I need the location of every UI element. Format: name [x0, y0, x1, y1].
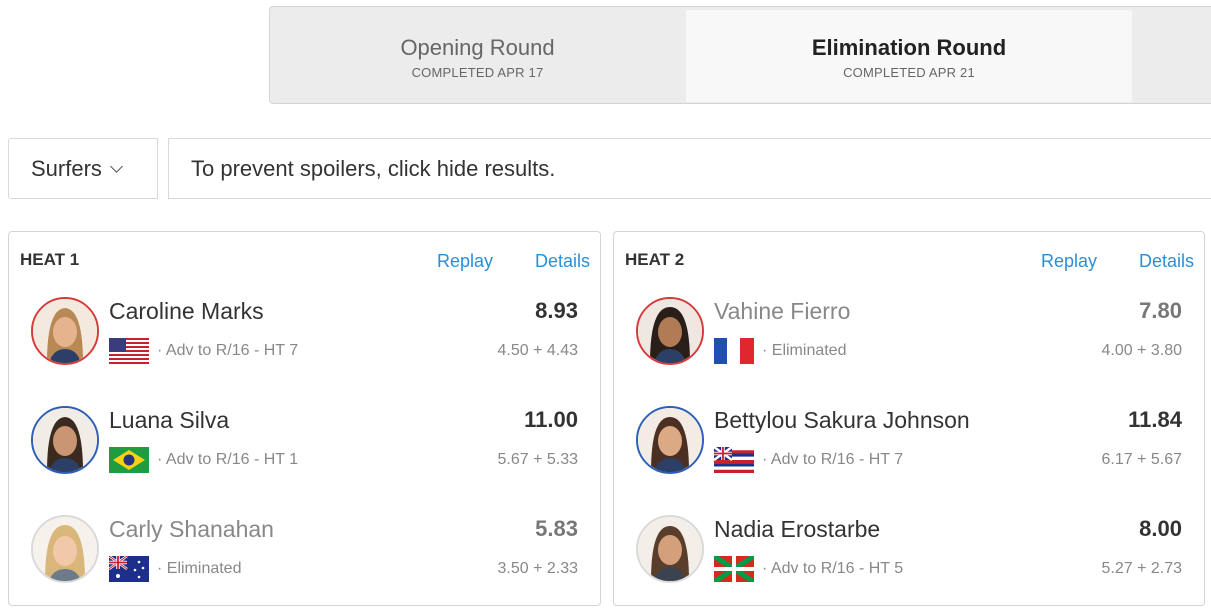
- avatar: [31, 515, 99, 583]
- surfer-name: Bettylou Sakura Johnson: [714, 407, 970, 433]
- wave-scores: 3.50 + 2.33: [497, 560, 578, 577]
- surfer-name: Luana Silva: [109, 407, 230, 433]
- filter-label: Surfers: [31, 155, 102, 181]
- surfer-row[interactable]: Luana Silva 11.00 · Adv to R/16 - HT 1 5…: [9, 403, 600, 503]
- wave-scores: 4.50 + 4.43: [497, 342, 578, 359]
- details-link[interactable]: Details: [535, 251, 590, 272]
- france-flag-icon: [714, 338, 754, 364]
- avatar: [31, 406, 99, 474]
- surfers-filter-dropdown[interactable]: Surfers: [8, 138, 158, 199]
- surfer-row[interactable]: Bettylou Sakura Johnson 11.84 · Adv to R…: [614, 403, 1204, 503]
- avatar: [636, 515, 704, 583]
- surfer-name: Nadia Erostarbe: [714, 516, 881, 542]
- advance-status: · Adv to R/16 - HT 1: [157, 451, 299, 468]
- advance-status: · Adv to R/16 - HT 7: [762, 451, 904, 468]
- usa-flag-icon: [109, 338, 149, 364]
- brazil-flag-icon: [109, 447, 149, 473]
- avatar: [31, 297, 99, 365]
- heat-total-score: 8.93: [535, 298, 578, 323]
- round-status: COMPLETED APR 17: [411, 65, 544, 80]
- spoiler-notice: To prevent spoilers, click hide results.: [168, 138, 1211, 199]
- surfer-row[interactable]: Nadia Erostarbe 8.00 · Adv to R/16 - HT …: [614, 512, 1204, 612]
- heat-title: HEAT 2: [625, 250, 685, 269]
- surfer-row[interactable]: Caroline Marks 8.93 · Adv to R/16 - HT 7…: [9, 294, 600, 394]
- replay-link[interactable]: Replay: [1041, 251, 1097, 272]
- surfer-name: Carly Shanahan: [109, 516, 274, 542]
- wave-scores: 4.00 + 3.80: [1101, 342, 1182, 359]
- heat-total-score: 5.83: [535, 516, 578, 541]
- details-link[interactable]: Details: [1139, 251, 1194, 272]
- heat-total-score: 7.80: [1139, 298, 1182, 323]
- heat-card: HEAT 1 Replay Details Caroline Marks 8.9…: [8, 231, 601, 606]
- heat-total-score: 8.00: [1139, 516, 1182, 541]
- advance-status: · Adv to R/16 - HT 7: [157, 342, 299, 359]
- chevron-down-icon: [110, 160, 123, 173]
- replay-link[interactable]: Replay: [437, 251, 493, 272]
- basque-flag-icon: [714, 556, 754, 582]
- australia-flag-icon: [109, 556, 149, 582]
- tab-opening-round[interactable]: Opening Round COMPLETED APR 17: [270, 10, 685, 102]
- advance-status: · Adv to R/16 - HT 5: [762, 560, 904, 577]
- round-title: Opening Round: [400, 35, 555, 60]
- heat-total-score: 11.84: [1128, 407, 1182, 432]
- heat-title: HEAT 1: [20, 250, 80, 269]
- avatar: [636, 406, 704, 474]
- wave-scores: 5.67 + 5.33: [497, 451, 578, 468]
- hawaii-flag-icon: [714, 447, 754, 473]
- avatar: [636, 297, 704, 365]
- wave-scores: 6.17 + 5.67: [1101, 451, 1182, 468]
- surfer-name: Vahine Fierro: [714, 298, 851, 324]
- heat-total-score: 11.00: [524, 407, 578, 432]
- wave-scores: 5.27 + 2.73: [1101, 560, 1182, 577]
- round-tabs: Opening Round COMPLETED APR 17 Eliminati…: [269, 6, 1211, 104]
- surfer-name: Caroline Marks: [109, 298, 264, 324]
- round-status: COMPLETED APR 21: [843, 65, 975, 80]
- tab-elimination-round[interactable]: Elimination Round COMPLETED APR 21: [686, 10, 1132, 102]
- heat-card: HEAT 2 Replay Details Vahine Fierro 7.80…: [613, 231, 1205, 606]
- round-title: Elimination Round: [811, 35, 1007, 60]
- advance-status: · Eliminated: [762, 342, 847, 359]
- surfer-row[interactable]: Vahine Fierro 7.80 · Eliminated 4.00 + 3…: [614, 294, 1204, 394]
- surfer-row[interactable]: Carly Shanahan 5.83 · Eliminated 3.50 + …: [9, 512, 600, 612]
- advance-status: · Eliminated: [157, 560, 242, 577]
